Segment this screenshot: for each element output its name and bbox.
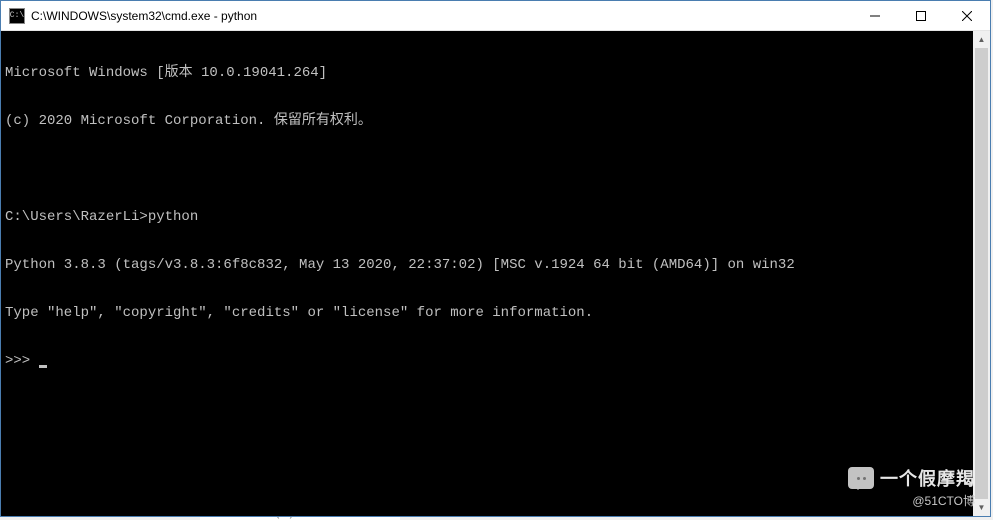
terminal-line: Microsoft Windows [版本 10.0.19041.264] xyxy=(5,65,969,81)
scroll-up-button[interactable]: ▲ xyxy=(973,31,990,48)
window-title: C:\WINDOWS\system32\cmd.exe - python xyxy=(31,9,852,23)
scroll-thumb[interactable] xyxy=(975,48,988,499)
scroll-track[interactable] xyxy=(973,48,990,499)
python-prompt: >>> xyxy=(5,353,39,369)
maximize-icon xyxy=(916,11,926,21)
terminal-line: Python 3.8.3 (tags/v3.8.3:6f8c832, May 1… xyxy=(5,257,969,273)
window-controls xyxy=(852,1,990,30)
maximize-button[interactable] xyxy=(898,1,944,30)
cursor-icon xyxy=(39,365,47,368)
terminal-output[interactable]: Microsoft Windows [版本 10.0.19041.264] (c… xyxy=(1,31,973,516)
titlebar[interactable]: C:\ C:\WINDOWS\system32\cmd.exe - python xyxy=(1,1,990,31)
terminal-line xyxy=(5,161,969,177)
vertical-scrollbar[interactable]: ▲ ▼ xyxy=(973,31,990,516)
terminal-line: (c) 2020 Microsoft Corporation. 保留所有权利。 xyxy=(5,113,969,129)
terminal-line: C:\Users\RazerLi>python xyxy=(5,209,969,225)
minimize-button[interactable] xyxy=(852,1,898,30)
close-button[interactable] xyxy=(944,1,990,30)
terminal-prompt-line: >>> xyxy=(5,353,969,369)
terminal-line: Type "help", "copyright", "credits" or "… xyxy=(5,305,969,321)
minimize-icon xyxy=(870,11,880,21)
cmd-icon: C:\ xyxy=(9,8,25,24)
content-area: Microsoft Windows [版本 10.0.19041.264] (c… xyxy=(1,31,990,516)
close-icon xyxy=(962,11,972,21)
scroll-down-button[interactable]: ▼ xyxy=(973,499,990,516)
cmd-window: C:\ C:\WINDOWS\system32\cmd.exe - python… xyxy=(0,0,991,517)
